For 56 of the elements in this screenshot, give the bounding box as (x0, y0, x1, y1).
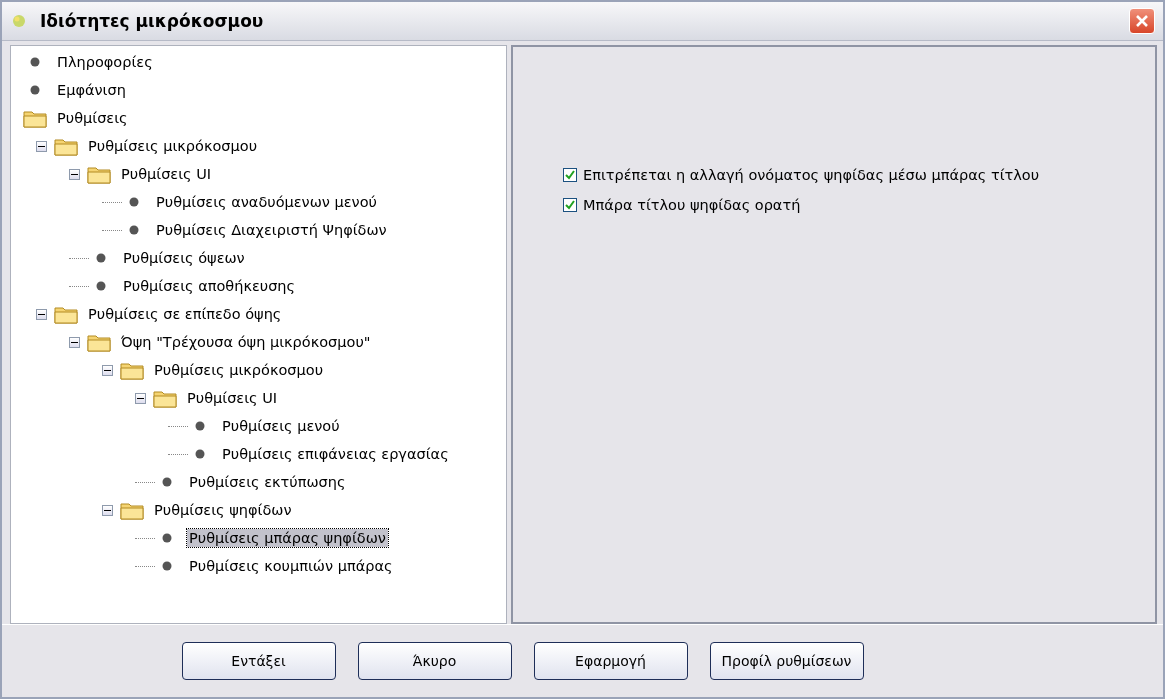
bullet-icon (162, 477, 172, 487)
tree-item[interactable]: Ρυθμίσεις (55, 109, 130, 127)
folder-icon (54, 136, 78, 156)
tree-item[interactable]: Ρυθμίσεις επιφάνειας εργασίας (220, 445, 451, 463)
folder-icon (54, 304, 78, 324)
folder-icon (23, 108, 47, 128)
tree-item[interactable]: Ρυθμίσεις Διαχειριστή Ψηφίδων (154, 221, 389, 239)
dialog-button[interactable]: Εντάξει (181, 642, 336, 680)
bullet-icon (129, 197, 139, 207)
dialog-button[interactable]: Εφαρμογή (533, 642, 688, 680)
tree-item[interactable]: Ρυθμίσεις μενού (220, 417, 342, 435)
tree-item[interactable]: Ρυθμίσεις μικρόκοσμου (152, 361, 326, 379)
close-icon[interactable] (1135, 14, 1149, 28)
bullet-icon (162, 533, 172, 543)
tree-item[interactable]: Ρυθμίσεις ψηφίδων (152, 501, 294, 519)
bullet-icon (30, 57, 40, 67)
checkbox-label: Επιτρέπεται η αλλαγή ονόματος ψηφίδας μέσω μπάρας τίτλου (583, 167, 1040, 183)
tree-item[interactable]: Πληροφορίες (55, 53, 155, 71)
dialog-button[interactable]: Άκυρο (357, 642, 512, 680)
collapse-icon[interactable] (135, 392, 146, 404)
tree-item[interactable]: Ρυθμίσεις μπάρας ψηφίδων (187, 529, 388, 547)
checkbox-label: Μπάρα τίτλου ψηφίδας ορατή (583, 197, 801, 213)
folder-icon (120, 500, 144, 520)
tree-item[interactable]: Ρυθμίσεις μικρόκοσμου (86, 137, 260, 155)
tree-item[interactable]: Ρυθμίσεις αποθήκευσης (121, 277, 298, 295)
tree-item[interactable]: Ρυθμίσεις όψεων (121, 249, 247, 267)
bullet-icon (195, 449, 205, 459)
bullet-icon (129, 225, 139, 235)
tree-item[interactable]: Ρυθμίσεις UI (185, 389, 280, 407)
tree-item[interactable]: Ρυθμίσεις UI (119, 165, 214, 183)
collapse-icon[interactable] (36, 140, 47, 152)
bullet-icon (195, 421, 205, 431)
checkbox[interactable] (563, 198, 577, 212)
collapse-icon[interactable] (102, 504, 113, 516)
folder-icon (153, 388, 177, 408)
tree-item[interactable]: Ρυθμίσεις αναδυόμενων μενού (154, 193, 379, 211)
tree-item[interactable]: Εμφάνιση (55, 81, 128, 99)
tree-item[interactable]: Όψη "Τρέχουσα όψη μικρόκοσμου" (119, 333, 373, 351)
bullet-icon (96, 281, 106, 291)
folder-icon (87, 164, 111, 184)
bullet-icon (96, 253, 106, 263)
tree-item[interactable]: Ρυθμίσεις σε επίπεδο όψης (86, 305, 284, 323)
window-title: Ιδιότητες μικρόκοσμου (40, 11, 265, 31)
folder-icon (87, 332, 111, 352)
close-button[interactable] (1129, 8, 1155, 34)
tree-item[interactable]: Ρυθμίσεις εκτύπωσης (187, 473, 348, 491)
collapse-icon[interactable] (69, 336, 80, 348)
bullet-icon (162, 561, 172, 571)
tree-item[interactable]: Ρυθμίσεις κουμπιών μπάρας (187, 557, 395, 575)
folder-icon (120, 360, 144, 380)
collapse-icon[interactable] (36, 308, 47, 320)
collapse-icon[interactable] (102, 364, 113, 376)
dialog-button[interactable]: Προφίλ ρυθμίσεων (709, 642, 864, 680)
checkbox[interactable] (563, 168, 577, 182)
bullet-icon (30, 85, 40, 95)
collapse-icon[interactable] (69, 168, 80, 180)
